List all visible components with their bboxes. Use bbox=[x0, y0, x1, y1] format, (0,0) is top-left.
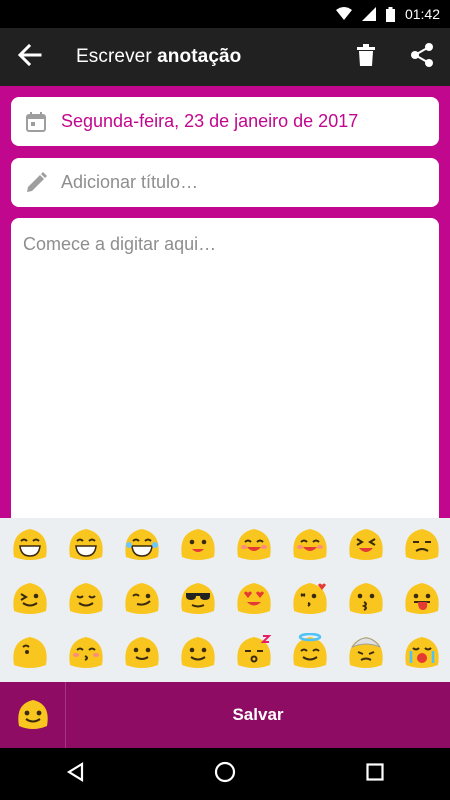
nav-recents-button[interactable] bbox=[345, 748, 405, 800]
emoji-grid bbox=[0, 518, 450, 682]
delete-icon bbox=[357, 43, 375, 71]
smile-closed-eyes-emoji-icon bbox=[290, 525, 330, 566]
winking-tongue-emoji-icon bbox=[10, 579, 50, 620]
partial-face-emoji-icon bbox=[10, 633, 50, 674]
share-icon bbox=[410, 42, 434, 72]
note-body-field[interactable]: Comece a digitar aqui… bbox=[11, 218, 439, 548]
battery-icon bbox=[385, 6, 395, 22]
crying-loud-emoji-icon bbox=[402, 633, 442, 674]
emoji-blushing-kiss-key[interactable] bbox=[58, 626, 114, 680]
emoji-confused-key[interactable] bbox=[394, 518, 450, 572]
happy-blush-emoji-icon bbox=[234, 525, 274, 566]
emoji-smile-closed-eyes-key[interactable] bbox=[282, 518, 338, 572]
emoji-happy-blush-key[interactable] bbox=[226, 518, 282, 572]
emoji-heart-eyes-key[interactable] bbox=[226, 572, 282, 626]
page-title: Escrever anotação bbox=[76, 46, 338, 68]
date-text: Segunda-feira, 23 de janeiro de 2017 bbox=[61, 111, 359, 131]
emoji-cool-sunglasses-key[interactable] bbox=[170, 572, 226, 626]
nav-back-button[interactable] bbox=[45, 748, 105, 800]
nav-back-icon bbox=[66, 761, 84, 787]
emoji-keyboard bbox=[0, 518, 450, 682]
emoji-squinting-laugh-key[interactable] bbox=[338, 518, 394, 572]
bottom-bar: Salvar bbox=[0, 682, 450, 748]
app-toolbar: Escrever anotação bbox=[0, 28, 450, 86]
emoji-relieved-key[interactable] bbox=[58, 572, 114, 626]
emoji-toggle-button[interactable] bbox=[0, 682, 66, 748]
pencil-icon bbox=[11, 171, 61, 194]
heart-eyes-emoji-icon bbox=[234, 579, 274, 620]
emoji-kissing-key[interactable] bbox=[338, 572, 394, 626]
share-button[interactable] bbox=[394, 28, 450, 86]
tongue-out-emoji-icon bbox=[402, 579, 442, 620]
title-bold: anotação bbox=[157, 46, 242, 67]
signal-icon bbox=[361, 7, 376, 21]
emoji-sleeping-key[interactable] bbox=[226, 626, 282, 680]
kissing-heart-emoji-icon bbox=[290, 579, 330, 620]
confused-emoji-icon bbox=[402, 525, 442, 566]
body-placeholder: Comece a digitar aqui… bbox=[23, 234, 217, 254]
laughing-tears-emoji-icon bbox=[122, 525, 162, 566]
smirk-wink-emoji-icon bbox=[122, 579, 162, 620]
emoji-crying-loud-key[interactable] bbox=[394, 626, 450, 680]
back-arrow-icon bbox=[17, 43, 42, 71]
neutral-smile-emoji-icon bbox=[178, 633, 218, 674]
slight-smile-emoji-icon bbox=[122, 633, 162, 674]
title-placeholder: Adicionar título… bbox=[61, 172, 199, 192]
turban-face-emoji-icon bbox=[346, 633, 386, 674]
emoji-partial-face-key[interactable] bbox=[2, 626, 58, 680]
save-button[interactable]: Salvar bbox=[66, 682, 450, 748]
emoji-grinning-key[interactable] bbox=[2, 518, 58, 572]
delete-button[interactable] bbox=[338, 28, 394, 86]
smiling-emoji-icon bbox=[178, 525, 218, 566]
status-bar: 01:42 bbox=[0, 0, 450, 28]
emoji-laughing-tears-key[interactable] bbox=[114, 518, 170, 572]
calendar-icon bbox=[11, 111, 61, 132]
date-field[interactable]: Segunda-feira, 23 de janeiro de 2017 bbox=[11, 97, 439, 146]
angel-emoji-icon bbox=[290, 632, 330, 674]
emoji-kissing-heart-key[interactable] bbox=[282, 572, 338, 626]
emoji-turban-face-key[interactable] bbox=[338, 626, 394, 680]
title-field[interactable]: Adicionar título… bbox=[11, 158, 439, 207]
grinning-emoji-icon bbox=[10, 525, 50, 566]
nav-home-button[interactable] bbox=[195, 748, 255, 800]
status-time: 01:42 bbox=[404, 6, 440, 22]
wifi-icon bbox=[335, 7, 352, 21]
back-button[interactable] bbox=[0, 28, 60, 86]
emoji-tongue-out-key[interactable] bbox=[394, 572, 450, 626]
sleeping-emoji-icon bbox=[234, 633, 274, 674]
nav-recents-icon bbox=[366, 762, 384, 786]
emoji-icon bbox=[15, 696, 51, 735]
cool-sunglasses-emoji-icon bbox=[178, 579, 218, 620]
squinting-laugh-emoji-icon bbox=[346, 525, 386, 566]
emoji-winking-tongue-key[interactable] bbox=[2, 572, 58, 626]
nav-home-icon bbox=[214, 761, 236, 788]
kissing-emoji-icon bbox=[346, 579, 386, 620]
blushing-kiss-emoji-icon bbox=[66, 633, 106, 674]
emoji-slight-smile-key[interactable] bbox=[114, 626, 170, 680]
emoji-neutral-smile-key[interactable] bbox=[170, 626, 226, 680]
emoji-angel-key[interactable] bbox=[282, 626, 338, 680]
system-nav-bar bbox=[0, 748, 450, 800]
emoji-grinning-teeth-key[interactable] bbox=[58, 518, 114, 572]
note-editor: Segunda-feira, 23 de janeiro de 2017 Adi… bbox=[0, 86, 450, 548]
relieved-emoji-icon bbox=[66, 579, 106, 620]
emoji-smiling-key[interactable] bbox=[170, 518, 226, 572]
emoji-smirk-wink-key[interactable] bbox=[114, 572, 170, 626]
title-prefix: Escrever bbox=[76, 46, 158, 67]
grinning-teeth-emoji-icon bbox=[66, 525, 106, 566]
